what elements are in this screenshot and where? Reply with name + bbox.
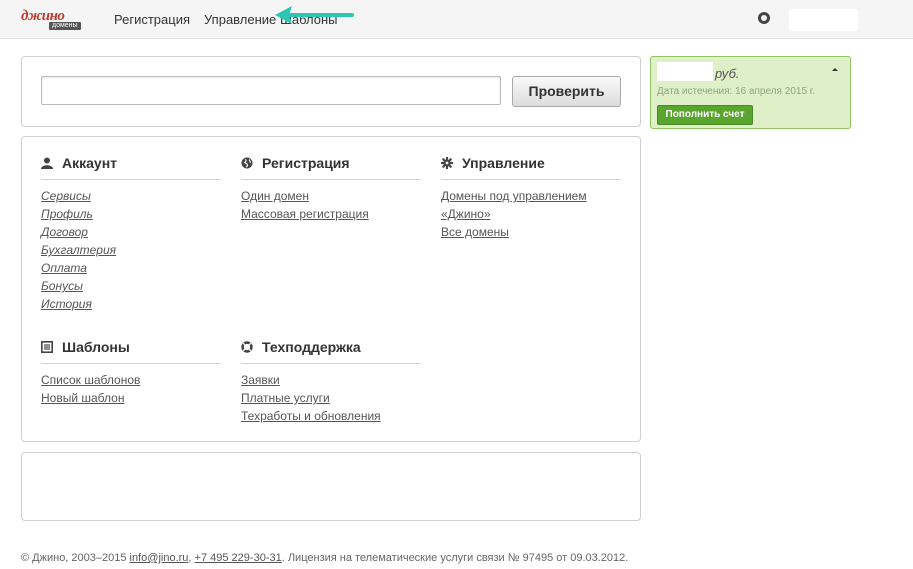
link-maintenance[interactable]: Техработы и обновления [241,407,421,425]
link-accounting[interactable]: Бухгалтерия [41,241,221,259]
footer: © Джино, 2003–2015 info@jino.ru, +7 495 … [21,552,629,564]
document-list-icon [41,341,53,353]
empty-panel [21,452,641,521]
logo-subtext: домены [49,22,81,30]
domain-search-input[interactable] [41,76,501,105]
lifebuoy-icon [241,341,253,353]
topup-button[interactable]: Пополнить счет [657,105,753,125]
link-history[interactable]: История [41,295,221,313]
check-button[interactable]: Проверить [512,76,621,107]
section-registration-title: Регистрация [262,155,350,171]
balance-amount [657,62,713,81]
section-templates-title: Шаблоны [62,339,130,355]
logo[interactable]: джино домены [21,9,89,31]
link-paid-services[interactable]: Платные услуги [241,389,421,407]
section-account: Аккаунт Сервисы Профиль Договор Бухгалте… [41,155,221,313]
link-all-domains[interactable]: Все домены [441,223,611,241]
section-management-title: Управление [462,155,545,171]
top-navbar: джино домены Регистрация Управление Шабл… [0,0,913,39]
section-support-header: Техподдержка [241,339,421,364]
balance-currency: руб. [715,66,740,81]
link-payment[interactable]: Оплата [41,259,221,277]
user-icon [41,157,53,169]
section-registration: Регистрация Один домен Массовая регистра… [241,155,421,223]
section-management-header: Управление [441,155,621,180]
link-profile[interactable]: Профиль [41,205,221,223]
section-templates-header: Шаблоны [41,339,221,364]
globe-icon [241,157,253,169]
link-single-domain[interactable]: Один домен [241,187,421,205]
section-registration-header: Регистрация [241,155,421,180]
link-bulk-registration[interactable]: Массовая регистрация [241,205,421,223]
link-services[interactable]: Сервисы [41,187,221,205]
annotation-arrow-icon [275,6,354,24]
section-management: Управление Домены под управлением «Джино… [441,155,621,241]
link-tickets[interactable]: Заявки [241,371,421,389]
link-bonuses[interactable]: Бонусы [41,277,221,295]
nav-registration[interactable]: Регистрация [114,12,190,27]
link-managed-domains[interactable]: Домены под управлением «Джино» [441,187,611,223]
footer-email-link[interactable]: info@jino.ru [130,552,189,564]
domain-search-panel: Проверить [21,56,641,127]
link-contract[interactable]: Договор [41,223,221,241]
link-template-list[interactable]: Список шаблонов [41,371,221,389]
nav-management[interactable]: Управление [204,12,276,27]
balance-widget: руб. Дата истечения: 16 апреля 2015 г. П… [650,56,851,129]
section-support: Техподдержка Заявки Платные услуги Техра… [241,339,421,425]
menu-panel: Аккаунт Сервисы Профиль Договор Бухгалте… [21,136,641,442]
help-lifebuoy-icon[interactable] [758,12,770,24]
user-menu[interactable] [789,9,858,31]
section-support-title: Техподдержка [262,339,361,355]
footer-phone-link[interactable]: +7 495 229-30-31 [195,552,282,564]
balance-expiry: Дата истечения: 16 апреля 2015 г. [657,86,815,97]
section-templates: Шаблоны Список шаблонов Новый шаблон [41,339,221,407]
footer-copyright: © Джино, 2003–2015 [21,552,127,564]
footer-license: . Лицензия на телематические услуги связ… [281,552,629,564]
section-account-title: Аккаунт [62,155,118,171]
gear-icon [441,157,453,169]
caret-up-icon[interactable] [832,68,838,71]
link-new-template[interactable]: Новый шаблон [41,389,221,407]
section-account-header: Аккаунт [41,155,221,180]
